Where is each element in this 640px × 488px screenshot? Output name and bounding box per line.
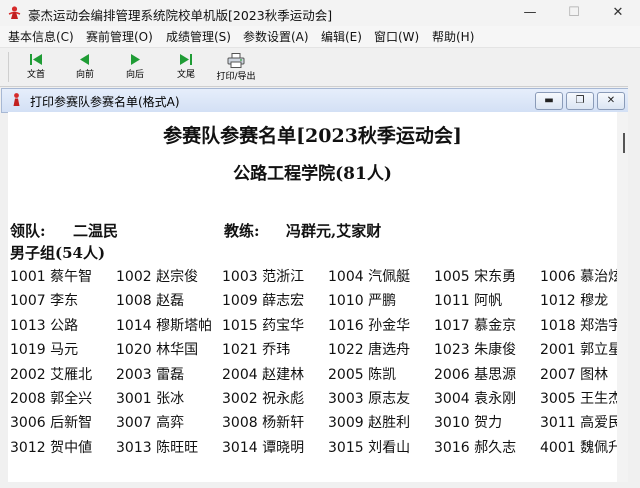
menu-edit[interactable]: 编辑(E) — [321, 28, 362, 45]
member-entry: 3005 王生杰 — [540, 391, 617, 407]
menu-pre-match[interactable]: 赛前管理(O) — [86, 28, 153, 45]
member-entry: 1007 李东 — [10, 293, 79, 310]
menu-bar: 基本信息(C) 赛前管理(O) 成绩管理(S) 参数设置(A) 编辑(E) 窗口… — [0, 26, 640, 48]
member-entry: 3002 祝永彪 — [222, 391, 305, 407]
member-entry: 2001 郭立星 — [540, 342, 617, 359]
app-icon — [8, 6, 21, 19]
close-button[interactable]: ✕ — [596, 0, 640, 26]
menu-window[interactable]: 窗口(W) — [374, 28, 419, 45]
member-entry: 3009 赵胜利 — [328, 415, 411, 432]
printer-icon — [227, 53, 245, 68]
frame-right-edge — [628, 86, 640, 488]
child-window-titlebar: 打印参赛队参赛名单(格式A) ▬ ❐ ✕ — [1, 88, 629, 113]
member-entry: 1019 马元 — [10, 342, 79, 359]
last-page-button[interactable]: 文尾 — [163, 50, 209, 84]
member-entry: 1015 药宝华 — [222, 317, 305, 334]
coach-label: 教练: — [224, 222, 260, 240]
member-entry: 1018 郑浩宇 — [540, 317, 617, 334]
previous-page-button[interactable]: 向前 — [62, 50, 108, 84]
member-entry: 1009 薛志宏 — [222, 293, 305, 310]
member-entry: 1002 赵宗俊 — [116, 269, 199, 285]
minimize-button[interactable]: — — [508, 0, 552, 26]
leader-label: 领队: — [10, 222, 46, 240]
scrollbar-thumb[interactable] — [623, 133, 625, 153]
member-entry: 2004 赵建林 — [222, 366, 305, 383]
child-window-icon — [13, 93, 20, 106]
document-subtitle: 公路工程学院(81人) — [233, 164, 392, 184]
next-page-label: 向后 — [125, 70, 144, 80]
member-entry: 2002 艾雁北 — [10, 366, 93, 383]
member-entry: 1008 赵磊 — [116, 293, 185, 310]
previous-page-icon — [80, 54, 89, 65]
member-entry: 3013 陈旺旺 — [116, 439, 199, 456]
next-page-icon — [131, 54, 140, 65]
member-entry: 1001 蔡午智 — [10, 269, 93, 285]
member-entry: 3004 袁永刚 — [434, 391, 517, 407]
member-entry: 3001 张冰 — [116, 391, 185, 407]
member-entry: 2007 图林 — [540, 366, 609, 383]
child-window-title: 打印参赛队参赛名单(格式A) — [30, 95, 180, 109]
toolbar-separator — [8, 52, 9, 82]
member-entry: 1005 宋东勇 — [434, 269, 517, 285]
member-entry: 2005 陈凯 — [328, 366, 397, 383]
first-page-label: 文首 — [26, 70, 45, 80]
member-entry: 3003 原志友 — [328, 391, 411, 407]
member-entry: 3011 高爱民 — [540, 415, 617, 432]
print-export-button[interactable]: 打印/导出 — [213, 50, 259, 84]
member-entry: 3006 后新智 — [10, 415, 93, 432]
member-entry: 2003 雷磊 — [116, 366, 185, 383]
member-entry: 1010 严鹏 — [328, 293, 397, 310]
member-entry: 1013 公路 — [10, 317, 79, 334]
member-entry: 1021 乔玮 — [222, 342, 291, 359]
toolbar: 文首 向前 向后 文尾 打印/导出 — [0, 48, 640, 87]
menu-results[interactable]: 成绩管理(S) — [166, 28, 231, 45]
member-entry: 2008 郭全兴 — [10, 391, 93, 407]
member-entry: 1004 汽佩艇 — [328, 269, 411, 285]
member-entry: 3015 刘看山 — [328, 439, 411, 456]
first-page-icon — [30, 54, 42, 65]
member-entry: 1014 穆斯塔帕 — [116, 317, 213, 334]
child-close-button[interactable]: ✕ — [597, 92, 625, 110]
window-titlebar: 豪杰运动会编排管理系统院校单机版[2023秋季运动会] — ☐ ✕ — [0, 0, 640, 27]
menu-help[interactable]: 帮助(H) — [432, 28, 474, 45]
member-entry: 4001 魏佩升 — [540, 439, 617, 456]
previous-page-label: 向前 — [75, 70, 94, 80]
vertical-scrollbar[interactable] — [617, 112, 628, 482]
leader-value: 二温民 — [73, 222, 119, 240]
member-entry: 1006 慕治炫 — [540, 269, 617, 285]
member-entry: 1016 孙金华 — [328, 317, 411, 334]
group-title: 男子组(54人) — [10, 244, 106, 262]
document-title: 参赛队参赛名单[2023秋季运动会] — [163, 125, 462, 147]
member-entry: 1020 林华国 — [116, 342, 199, 359]
member-entry: 1022 唐选舟 — [328, 342, 411, 359]
member-entry: 3007 高弈 — [116, 415, 185, 432]
member-entry: 1003 范浙江 — [222, 269, 305, 285]
member-entry: 3008 杨新轩 — [222, 415, 305, 432]
maximize-button[interactable]: ☐ — [552, 0, 596, 26]
member-entry: 2006 基思源 — [434, 366, 517, 383]
first-page-button[interactable]: 文首 — [13, 50, 59, 84]
next-page-button[interactable]: 向后 — [112, 50, 158, 84]
child-minimize-button[interactable]: ▬ — [535, 92, 563, 110]
menu-parameters[interactable]: 参数设置(A) — [243, 28, 309, 45]
last-page-label: 文尾 — [176, 70, 195, 80]
last-page-icon — [180, 54, 192, 65]
member-entry: 1017 慕金京 — [434, 317, 517, 334]
member-entry: 1023 朱康俊 — [434, 342, 517, 359]
member-entry: 3010 贺力 — [434, 415, 503, 432]
coach-value: 冯群元,艾家财 — [286, 222, 382, 240]
member-entry: 1012 穆龙 — [540, 293, 609, 310]
member-entry: 3012 贺中値 — [10, 439, 93, 456]
member-entry: 3016 郝久志 — [434, 439, 517, 456]
window-title: 豪杰运动会编排管理系统院校单机版[2023秋季运动会] — [28, 8, 333, 23]
member-entry: 1011 阿帆 — [434, 293, 503, 310]
menu-basic-info[interactable]: 基本信息(C) — [8, 28, 74, 45]
print-preview-page: 参赛队参赛名单[2023秋季运动会] 公路工程学院(81人) 领队: 二温民 教… — [8, 112, 617, 482]
print-export-label: 打印/导出 — [216, 72, 256, 82]
member-entry: 3014 谭晓明 — [222, 439, 305, 456]
child-restore-button[interactable]: ❐ — [566, 92, 594, 110]
